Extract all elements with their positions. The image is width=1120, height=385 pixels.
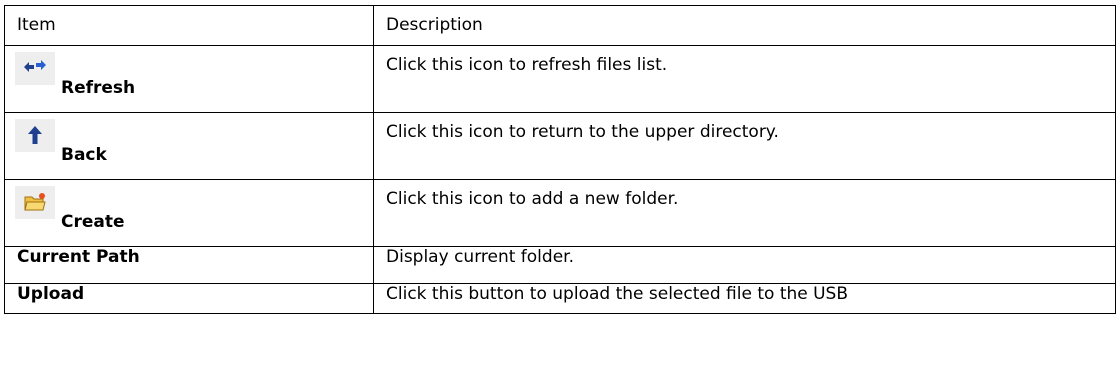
table-row-upload: Upload Click this button to upload the s… bbox=[4, 283, 1116, 314]
item-label-refresh: Refresh bbox=[61, 78, 136, 98]
refresh-arrows-icon bbox=[15, 52, 55, 85]
item-description-table: Item Description Refresh Click this icon… bbox=[4, 5, 1116, 314]
item-upload: Upload bbox=[4, 283, 374, 314]
item-current-path: Current Path bbox=[4, 246, 374, 284]
description-current-path: Display current folder. bbox=[373, 246, 1116, 284]
table-row-current-path: Current Path Display current folder. bbox=[4, 246, 1116, 284]
description-create: Click this icon to add a new folder. bbox=[373, 179, 1116, 247]
table-header-row: Item Description bbox=[4, 5, 1116, 46]
item-cell-back: Back bbox=[4, 112, 374, 180]
header-item: Item bbox=[4, 5, 374, 46]
header-description: Description bbox=[373, 5, 1116, 46]
new-folder-icon bbox=[15, 186, 55, 219]
item-label-back: Back bbox=[61, 145, 107, 165]
item-cell-refresh: Refresh bbox=[4, 45, 374, 113]
table-row-back: Back Click this icon to return to the up… bbox=[4, 112, 1116, 180]
table-row-refresh: Refresh Click this icon to refresh files… bbox=[4, 45, 1116, 113]
table-row-create: Create Click this icon to add a new fold… bbox=[4, 179, 1116, 247]
description-upload: Click this button to upload the selected… bbox=[373, 283, 1116, 314]
up-arrow-icon bbox=[15, 119, 55, 152]
description-back: Click this icon to return to the upper d… bbox=[373, 112, 1116, 180]
description-refresh: Click this icon to refresh files list. bbox=[373, 45, 1116, 113]
item-label-create: Create bbox=[61, 212, 125, 232]
item-cell-create: Create bbox=[4, 179, 374, 247]
